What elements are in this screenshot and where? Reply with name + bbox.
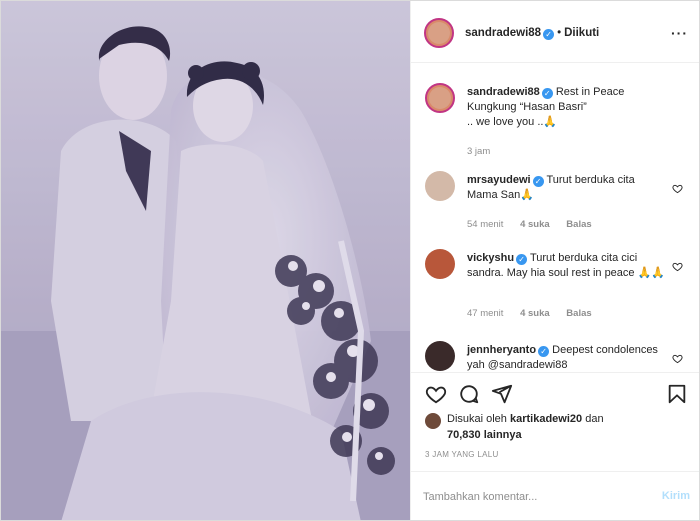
comment-input[interactable] xyxy=(423,486,623,508)
comment-likes[interactable]: 4 suka xyxy=(520,219,550,230)
comment-item: jennheryanto ✓ Deepest condolences yah @s… xyxy=(425,341,695,371)
bookmark-icon[interactable] xyxy=(666,383,688,405)
post-side-panel: sandradewi88 ✓ • Diikuti ··· sandradewi88 ✓ … xyxy=(410,1,699,520)
verified-icon: ✓ xyxy=(532,176,544,187)
instagram-post-modal: sandradewi88 ✓ • Diikuti ··· sandradewi88 ✓ … xyxy=(0,0,700,521)
author-line: sandradewi88 ✓ • Diikuti xyxy=(465,27,599,40)
likes-suffix[interactable]: lainnya xyxy=(484,429,522,441)
comment-item: vickyshu ✓ Turut berduka cita cici sandra… xyxy=(425,249,695,324)
comment-likes[interactable]: 4 suka xyxy=(520,308,550,319)
post-photo[interactable] xyxy=(1,1,410,520)
caption-text-line1: Rest in Peace xyxy=(555,86,625,98)
comment-icon[interactable] xyxy=(458,383,480,405)
send-icon[interactable] xyxy=(491,383,513,405)
verified-icon: ✓ xyxy=(543,29,555,40)
action-bar xyxy=(411,372,699,412)
vintage-wedding-photo xyxy=(1,1,410,520)
commenter-avatar[interactable] xyxy=(425,341,455,371)
caption-meta: 3 jam xyxy=(467,146,504,157)
likes-text: Disukai oleh kartikadewi20 dan 70,830 la… xyxy=(447,411,697,443)
comment-body: vickyshu ✓ Turut berduka cita cici sandra… xyxy=(467,251,667,281)
comment-meta: 47 menit 4 suka Balas xyxy=(467,308,606,319)
comment-username[interactable]: mrsayudewi xyxy=(467,174,531,186)
comment-body: jennheryanto ✓ Deepest condolences yah @s… xyxy=(467,343,667,371)
comment-body: mrsayudewi ✓ Turut berduka cita Mama San🙏 xyxy=(467,173,667,203)
heart-icon[interactable] xyxy=(425,383,447,405)
liker-username[interactable]: kartikadewi20 xyxy=(510,413,582,425)
post-timestamp: 3 JAM YANG LALU xyxy=(425,450,499,459)
verified-icon: ✓ xyxy=(538,346,550,357)
verified-icon: ✓ xyxy=(541,88,553,99)
caption-text-line2: Kungkung “Hasan Basri” xyxy=(467,101,587,113)
author-avatar[interactable] xyxy=(424,18,454,48)
more-horizontal-icon[interactable]: ··· xyxy=(671,25,688,41)
verified-icon: ✓ xyxy=(516,254,528,265)
post-comment-button[interactable]: Kirim xyxy=(662,490,690,502)
caption-time: 3 jam xyxy=(467,146,491,157)
add-comment-bar: Kirim xyxy=(411,471,699,520)
heart-icon[interactable] xyxy=(672,261,683,272)
follow-status[interactable]: Diikuti xyxy=(564,27,599,39)
reply-button[interactable]: Balas xyxy=(566,308,591,319)
comment-time: 54 menit xyxy=(467,219,504,230)
caption-avatar[interactable] xyxy=(425,83,455,113)
separator-dot: • xyxy=(557,27,562,39)
likes-count[interactable]: 70,830 xyxy=(447,429,481,441)
heart-icon[interactable] xyxy=(672,353,683,364)
likes-prefix: Disukai oleh xyxy=(447,413,507,425)
comment-username[interactable]: jennheryanto xyxy=(467,344,536,356)
liker-avatar[interactable] xyxy=(425,413,441,429)
comment-item: mrsayudewi ✓ Turut berduka cita Mama San🙏… xyxy=(425,171,695,231)
likes-connector: dan xyxy=(585,413,604,425)
post-header: sandradewi88 ✓ • Diikuti ··· xyxy=(411,1,699,63)
caption-username[interactable]: sandradewi88 xyxy=(467,86,540,98)
heart-icon[interactable] xyxy=(672,183,683,194)
caption-text-line3: .. we love you ..🙏 xyxy=(467,116,558,128)
reply-button[interactable]: Balas xyxy=(566,219,591,230)
comment-username[interactable]: vickyshu xyxy=(467,252,514,264)
commenter-avatar[interactable] xyxy=(425,171,455,201)
author-username[interactable]: sandradewi88 xyxy=(465,27,541,39)
caption-body: sandradewi88 ✓ Rest in Peace Kungkung “Ha… xyxy=(467,85,667,130)
comments-list[interactable]: sandradewi88 ✓ Rest in Peace Kungkung “Ha… xyxy=(411,64,699,371)
comment-meta: 54 menit 4 suka Balas xyxy=(467,219,606,230)
commenter-avatar[interactable] xyxy=(425,249,455,279)
caption: sandradewi88 ✓ Rest in Peace Kungkung “Ha… xyxy=(425,83,695,163)
comment-time: 47 menit xyxy=(467,308,504,319)
